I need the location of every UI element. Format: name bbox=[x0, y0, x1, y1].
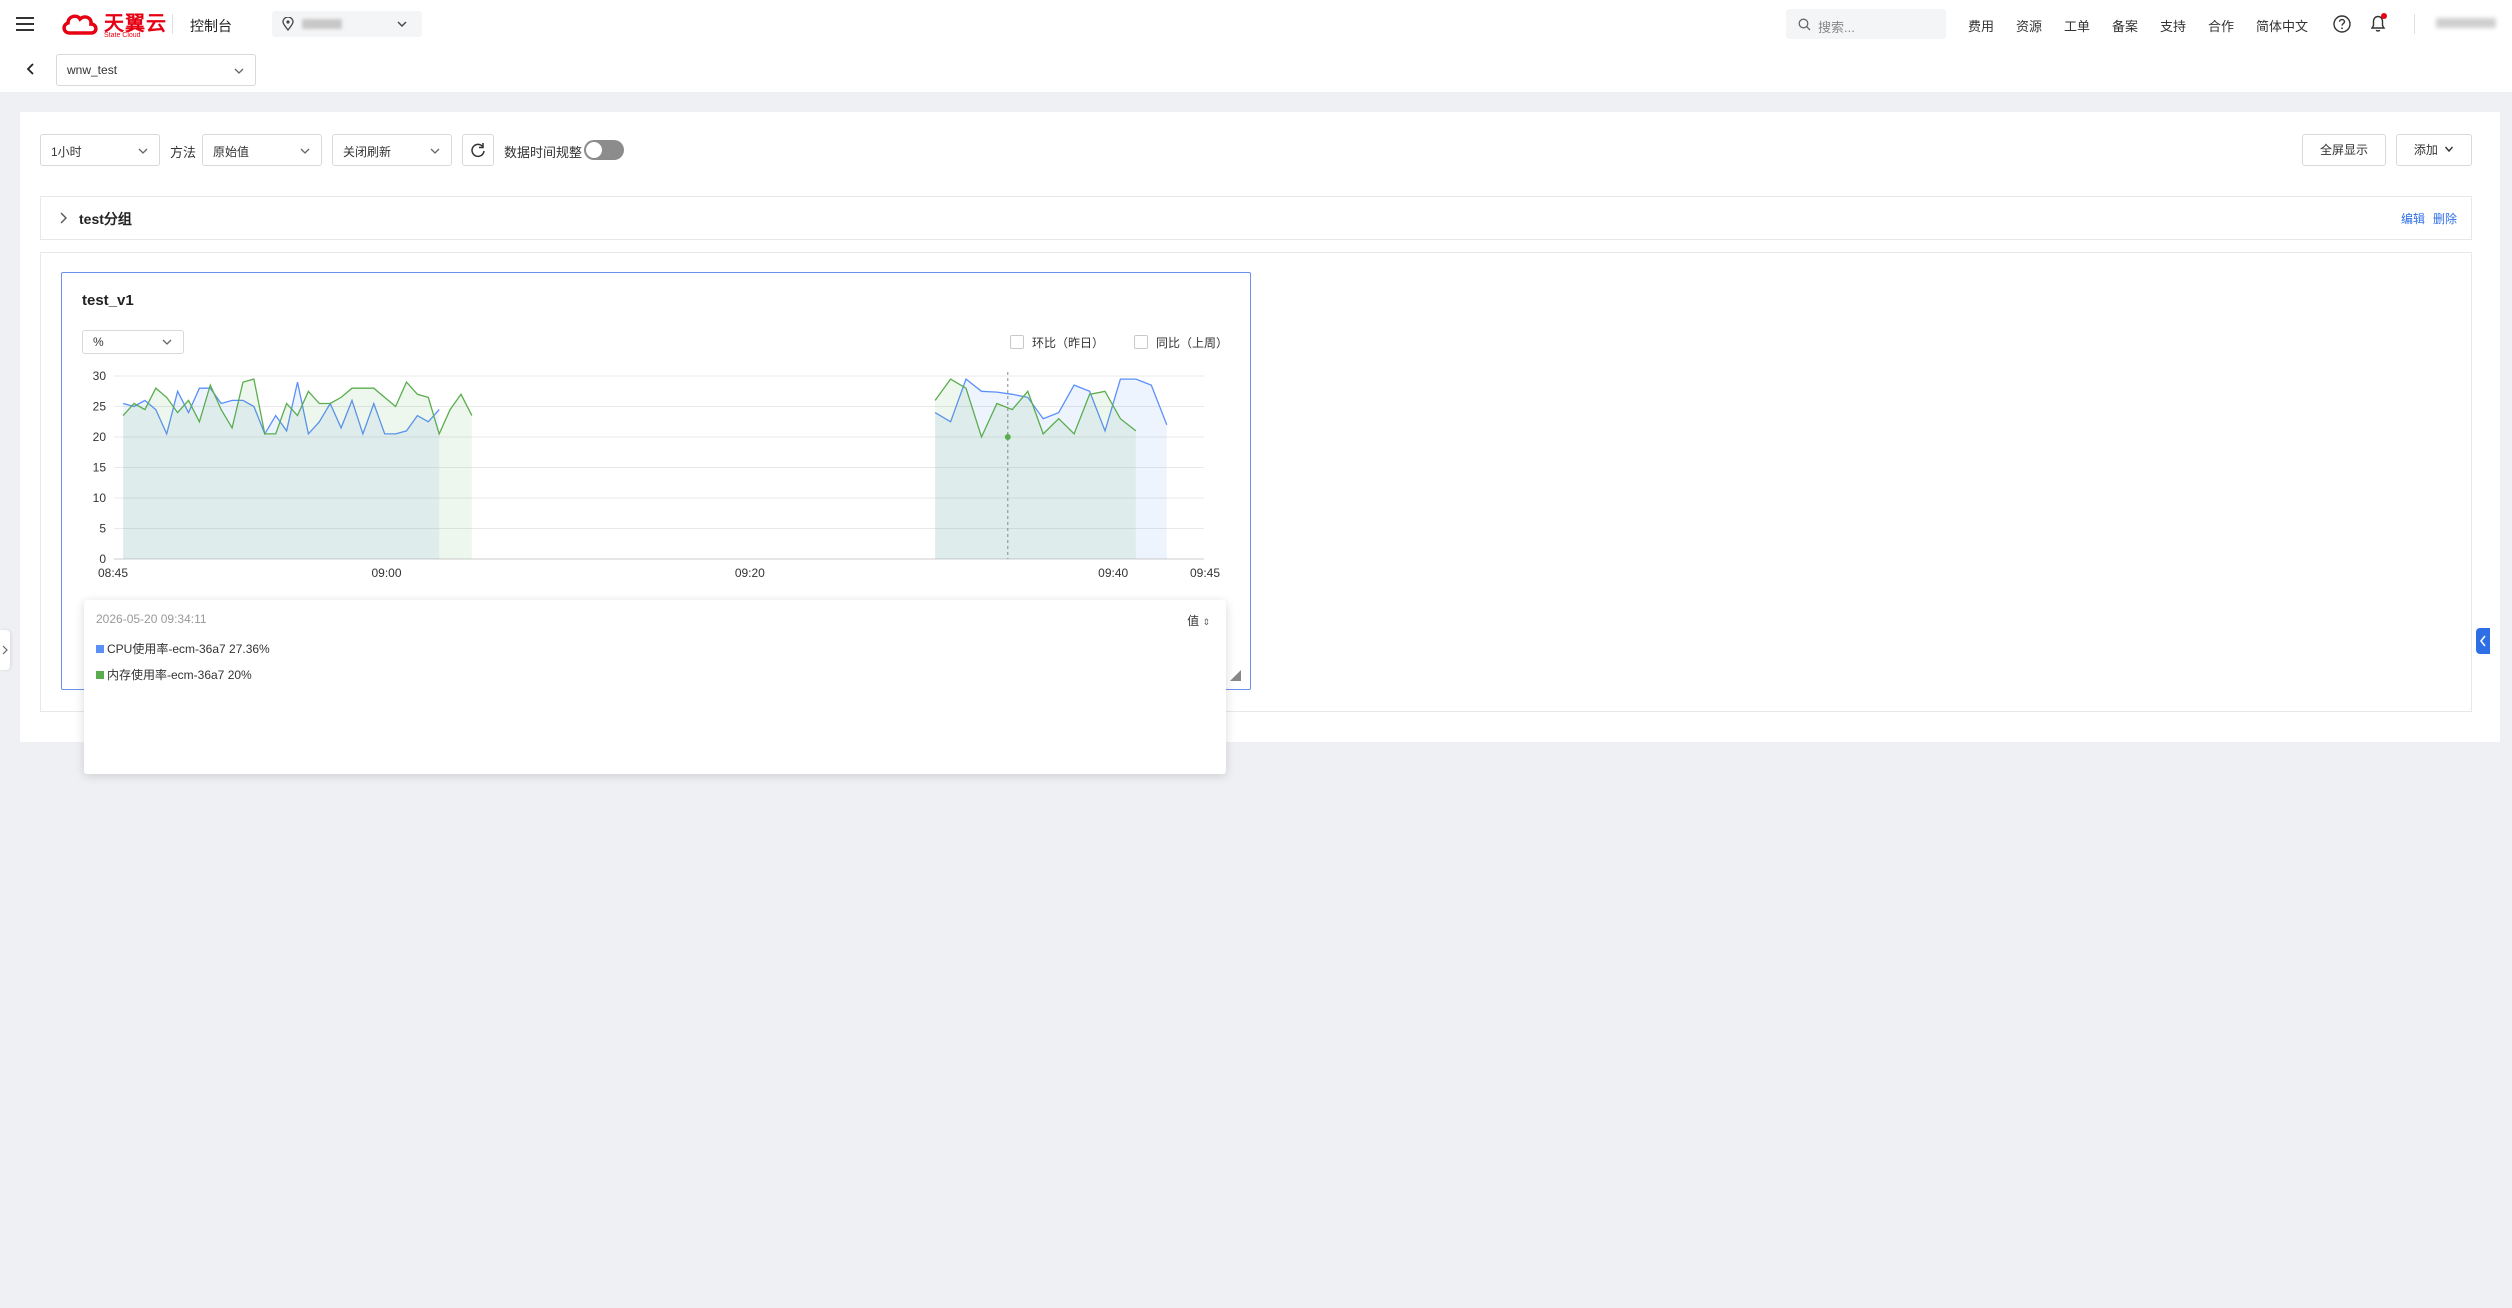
tooltip-row-text: 内存使用率-ecm-36a7 20% bbox=[107, 668, 252, 682]
resize-handle-icon[interactable] bbox=[1228, 668, 1242, 682]
chart-tooltip: 2026-05-20 09:34:11 值 ⇕ CPU使用率-ecm-36a7 … bbox=[84, 600, 1226, 774]
x-tick-label: 09:40 bbox=[1098, 566, 1128, 580]
y-tick-label: 10 bbox=[93, 491, 107, 505]
x-tick-label: 08:45 bbox=[98, 566, 128, 580]
x-tick-label: 09:00 bbox=[371, 566, 401, 580]
legend-swatch-mem bbox=[96, 670, 104, 679]
tooltip-row-mem: 内存使用率-ecm-36a7 20% bbox=[96, 666, 252, 683]
tooltip-time: 2026-05-20 09:34:11 bbox=[96, 612, 207, 626]
y-tick-label: 20 bbox=[93, 430, 107, 444]
y-tick-label: 25 bbox=[93, 400, 107, 414]
tooltip-sort-toggle[interactable]: 值 ⇕ bbox=[1187, 612, 1210, 629]
line-chart[interactable]: 0 5 10 15 20 25 30 08:45 09:00 09:20 09:40 09:45 bbox=[0, 0, 2512, 620]
y-tick-label: 30 bbox=[93, 369, 107, 383]
chevron-right-icon bbox=[2, 645, 8, 655]
y-tick-label: 5 bbox=[99, 522, 106, 536]
y-tick-label: 15 bbox=[93, 461, 107, 475]
tooltip-row-cpu: CPU使用率-ecm-36a7 27.36% bbox=[96, 640, 270, 657]
sort-arrows-icon: ⇕ bbox=[1202, 617, 1210, 627]
chevron-left-icon bbox=[2480, 635, 2486, 647]
left-panel-toggle[interactable] bbox=[0, 630, 10, 670]
crosshair-point bbox=[1004, 434, 1011, 440]
x-tick-label: 09:20 bbox=[735, 566, 765, 580]
tooltip-row-text: CPU使用率-ecm-36a7 27.36% bbox=[107, 642, 270, 656]
legend-swatch-cpu bbox=[96, 644, 104, 653]
x-tick-label: 09:45 bbox=[1190, 566, 1220, 580]
y-tick-label: 0 bbox=[99, 552, 106, 566]
tooltip-sort-label: 值 bbox=[1187, 614, 1200, 628]
right-panel-toggle[interactable] bbox=[2476, 628, 2490, 654]
